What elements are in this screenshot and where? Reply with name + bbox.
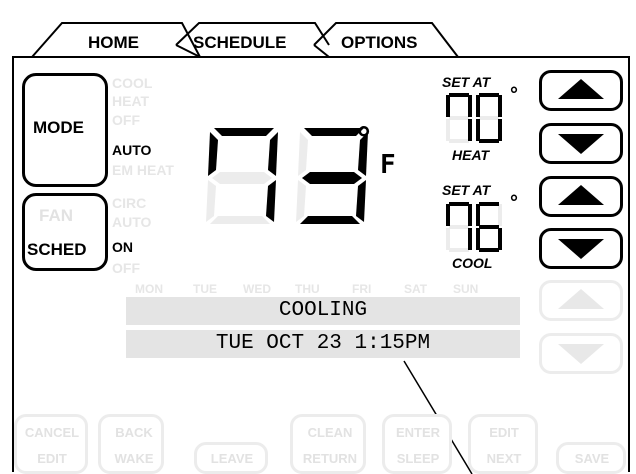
save-button[interactable]: SAVE	[556, 442, 626, 474]
heat-mode-label: HEAT	[452, 147, 490, 163]
next-label: NEXT	[486, 451, 522, 466]
tab-home[interactable]: HOME	[88, 33, 139, 53]
heat-set-at-label: SET AT	[442, 74, 491, 90]
temperature-unit: F	[380, 150, 396, 180]
clean-return-button[interactable]: CLEAN RETURN	[290, 414, 366, 474]
day-tue: TUE	[193, 282, 217, 296]
schedule-up-button[interactable]	[539, 280, 623, 321]
up-arrow-icon	[558, 185, 604, 205]
day-fri: FRI	[352, 282, 372, 296]
enter-label: ENTER	[395, 425, 441, 440]
heat-setpoint-display	[446, 93, 502, 143]
fan-option-auto: AUTO	[112, 214, 152, 230]
mode-option-em-heat: EM HEAT	[112, 162, 174, 178]
back-label: BACK	[115, 425, 153, 440]
down-arrow-icon	[558, 344, 604, 364]
fan-option-on: ON	[112, 239, 133, 255]
mode-option-cool: COOL	[112, 75, 153, 91]
save-label: SAVE	[574, 451, 610, 466]
mode-option-auto: AUTO	[112, 142, 152, 158]
cool-set-at-label: SET AT	[442, 182, 491, 198]
clean-label: CLEAN	[307, 425, 353, 440]
cool-down-button[interactable]	[539, 228, 623, 269]
edit-next-button[interactable]: EDIT NEXT	[468, 414, 538, 474]
edit-label: EDIT	[37, 451, 67, 466]
edit-top-label: EDIT	[489, 425, 519, 440]
leave-button[interactable]: LEAVE	[194, 442, 268, 474]
mode-button[interactable]: MODE	[22, 73, 108, 187]
day-thu: THU	[295, 282, 320, 296]
heat-degree-symbol: °	[510, 84, 518, 106]
day-sat: SAT	[404, 282, 428, 296]
cool-up-button[interactable]	[539, 176, 623, 217]
day-sun: SUN	[453, 282, 479, 296]
mode-button-label: MODE	[33, 118, 84, 137]
fan-button-label: FAN	[39, 206, 73, 225]
up-arrow-icon	[558, 289, 604, 309]
day-wed: WED	[243, 282, 271, 296]
down-arrow-icon	[558, 134, 604, 154]
return-label: RETURN	[302, 451, 358, 466]
heat-down-button[interactable]	[539, 123, 623, 164]
fan-option-off: OFF	[112, 260, 140, 276]
cool-mode-label: COOL	[452, 255, 493, 271]
sleep-label: SLEEP	[396, 451, 440, 466]
cool-setpoint-display	[446, 202, 502, 252]
fan-sched-button[interactable]: FAN SCHED	[22, 193, 108, 271]
sched-button-label: SCHED	[27, 240, 87, 259]
enter-sleep-button[interactable]: ENTER SLEEP	[382, 414, 452, 474]
heat-up-button[interactable]	[539, 70, 623, 111]
tab-options[interactable]: OPTIONS	[341, 33, 418, 53]
up-arrow-icon	[558, 79, 604, 99]
fan-option-circ: CIRC	[112, 195, 147, 211]
cancel-edit-button[interactable]: CANCEL EDIT	[14, 414, 88, 474]
cool-degree-symbol: °	[510, 192, 518, 214]
day-mon: MON	[135, 282, 163, 296]
schedule-down-button[interactable]	[539, 333, 623, 374]
degree-symbol: °	[357, 120, 371, 158]
status-datetime: TUE OCT 23 1:15PM	[126, 330, 520, 358]
down-arrow-icon	[558, 239, 604, 259]
leave-label: LEAVE	[210, 451, 254, 466]
status-message: COOLING	[126, 297, 520, 325]
tab-schedule[interactable]: SCHEDULE	[193, 33, 287, 53]
wake-label: WAKE	[114, 451, 154, 466]
cancel-label: CANCEL	[24, 425, 80, 440]
mode-option-off: OFF	[112, 112, 140, 128]
mode-option-heat: HEAT	[112, 93, 150, 109]
back-wake-button[interactable]: BACK WAKE	[98, 414, 164, 474]
